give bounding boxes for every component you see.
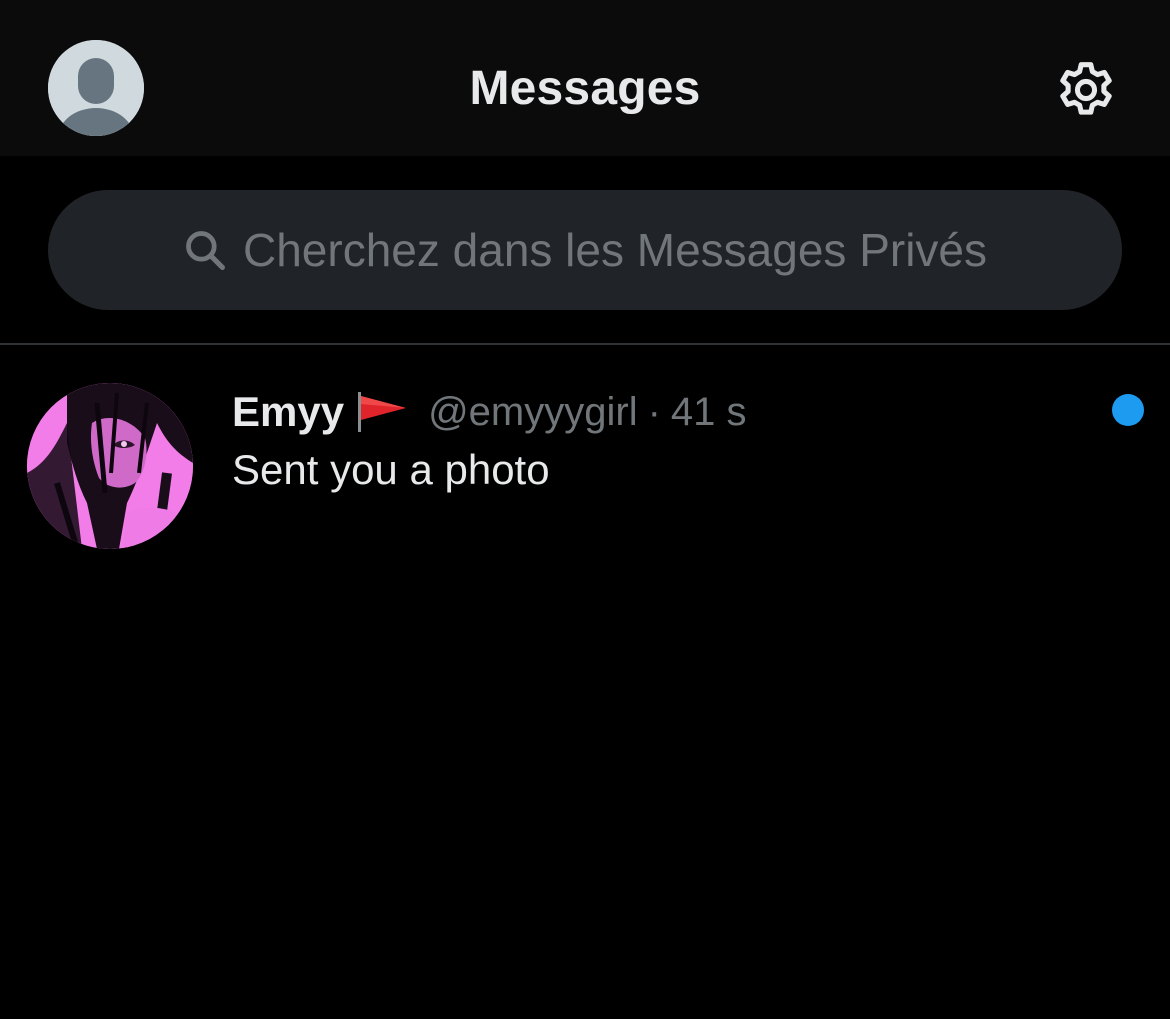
page-title: Messages <box>469 62 701 115</box>
avatar[interactable] <box>27 383 193 549</box>
search-icon <box>183 227 229 273</box>
conversation-item[interactable]: Emyy @emyyygirl · 41 s Sent you a photo <box>0 345 1170 575</box>
settings-button[interactable] <box>1052 56 1120 124</box>
timestamp: 41 s <box>670 389 747 434</box>
message-preview: Sent you a photo <box>232 446 550 493</box>
search-input[interactable]: Cherchez dans les Messages Privés <box>48 190 1122 310</box>
search-placeholder: Cherchez dans les Messages Privés <box>243 224 987 276</box>
conversation-header: Emyy @emyyygirl · 41 s <box>232 387 747 437</box>
gear-icon <box>1060 62 1112 115</box>
top-bar: Messages <box>0 0 1170 156</box>
separator: · <box>647 389 661 434</box>
user-handle: @emyyygirl <box>428 389 638 434</box>
unread-indicator <box>1112 394 1144 426</box>
display-name: Emyy <box>232 388 345 435</box>
red-flag-icon <box>356 390 408 434</box>
